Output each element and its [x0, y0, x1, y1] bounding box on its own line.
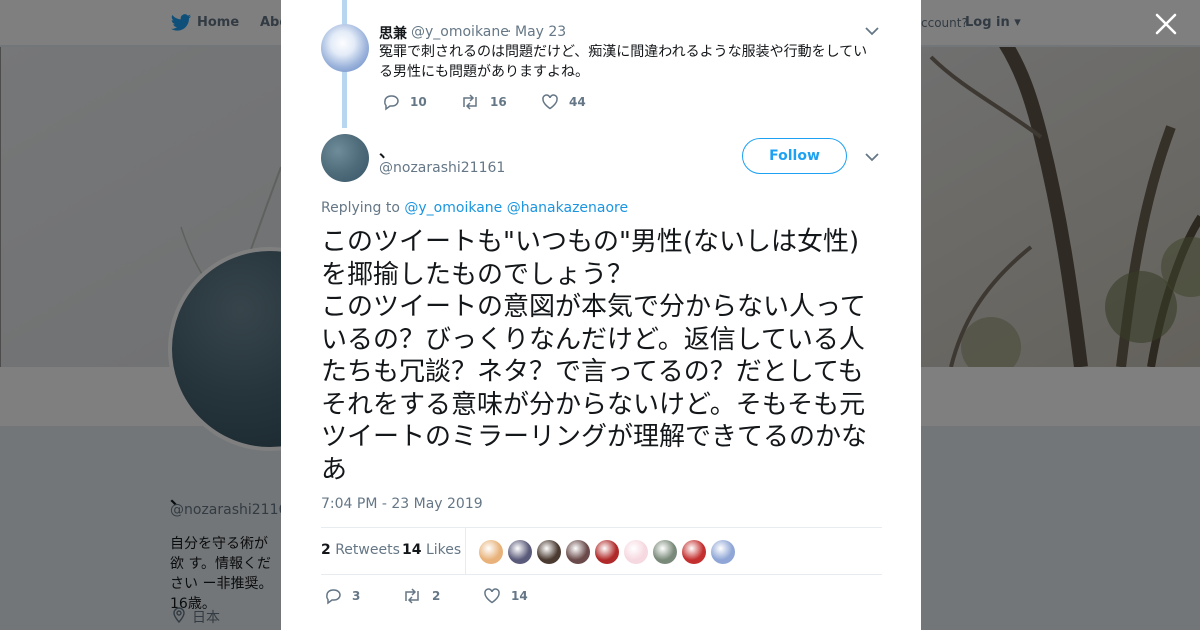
parent-tweet-date[interactable]: May 23: [515, 24, 566, 40]
retweet-icon: [463, 94, 477, 110]
retweets-stat[interactable]: 2 Retweets: [321, 542, 400, 558]
reply-icon: [326, 589, 341, 605]
close-icon[interactable]: [1154, 12, 1178, 36]
main-author-handle[interactable]: @nozarashi21161: [379, 160, 505, 176]
retweets-stat-label: Retweets: [335, 542, 400, 558]
parent-retweet-count: 16: [490, 95, 507, 109]
liker-avatar-1[interactable]: [479, 540, 503, 564]
like-count: 14: [511, 589, 528, 603]
liker-avatar-8[interactable]: [682, 540, 706, 564]
retweet-button[interactable]: 2: [402, 587, 440, 605]
chevron-down-icon[interactable]: [864, 150, 880, 164]
parent-like-button[interactable]: 44: [541, 93, 586, 111]
liker-avatar-2[interactable]: [508, 540, 532, 564]
parent-reply-button[interactable]: 10: [382, 93, 427, 111]
parent-retweet-button[interactable]: 16: [460, 93, 507, 111]
reply-mention-link[interactable]: @hanakazenaore: [507, 200, 628, 216]
parent-tweet-text: 冤罪で刺されるのは問題だけど、痴漢に間違われるような服装や行動をしている男性にも…: [379, 44, 868, 80]
main-tweet-text: このツイートも"いつもの"男性(ないしは女性)を揶揄したものでしょう？ このツイ…: [321, 227, 868, 485]
parent-author-handle[interactable]: @y_omoikane: [411, 24, 509, 40]
liker-avatar-4[interactable]: [566, 540, 590, 564]
reply-button[interactable]: 3: [324, 587, 360, 605]
likes-stat-count: 14: [402, 542, 422, 558]
likes-stat-label: Likes: [425, 542, 462, 558]
tweet-stats-row: 2 Retweets 14 Likes: [321, 527, 882, 575]
heart-icon: [542, 94, 558, 110]
liker-avatar-5[interactable]: [595, 540, 619, 564]
tweet-timestamp[interactable]: 7:04 PM - 23 May 2019: [321, 496, 483, 512]
replying-to-line: Replying to @y_omoikane @hanakazenaore: [321, 200, 628, 216]
liker-avatar-7[interactable]: [653, 540, 677, 564]
parent-reply-count: 10: [410, 95, 427, 109]
reply-icon: [384, 95, 399, 111]
stats-divider: [465, 528, 466, 574]
parent-author-name[interactable]: 思兼: [379, 23, 407, 43]
likes-stat[interactable]: 14 Likes: [402, 542, 461, 558]
heart-icon: [484, 588, 500, 604]
reply-mention-link[interactable]: @y_omoikane: [404, 200, 502, 216]
main-author-name[interactable]: 、: [379, 138, 395, 162]
follow-button[interactable]: Follow: [742, 138, 847, 174]
replying-to-prefix: Replying to: [321, 200, 400, 216]
chevron-down-icon[interactable]: [864, 24, 880, 38]
parent-author-avatar[interactable]: [321, 24, 369, 72]
parent-like-count: 44: [569, 95, 586, 109]
tweet-permalink-modal: 思兼 @y_omoikane · May 23 冤罪で刺されるのは問題だけど、痴…: [281, 0, 921, 630]
reply-count: 3: [352, 589, 361, 603]
liker-avatar-6[interactable]: [624, 540, 648, 564]
retweets-stat-count: 2: [321, 542, 331, 558]
liker-avatar-3[interactable]: [537, 540, 561, 564]
main-author-avatar[interactable]: [321, 134, 369, 182]
retweet-icon: [405, 588, 419, 604]
like-button[interactable]: 14: [483, 587, 528, 605]
retweet-count: 2: [432, 589, 441, 603]
liker-avatar-9[interactable]: [711, 540, 735, 564]
parent-separator-dot: ·: [507, 24, 512, 40]
